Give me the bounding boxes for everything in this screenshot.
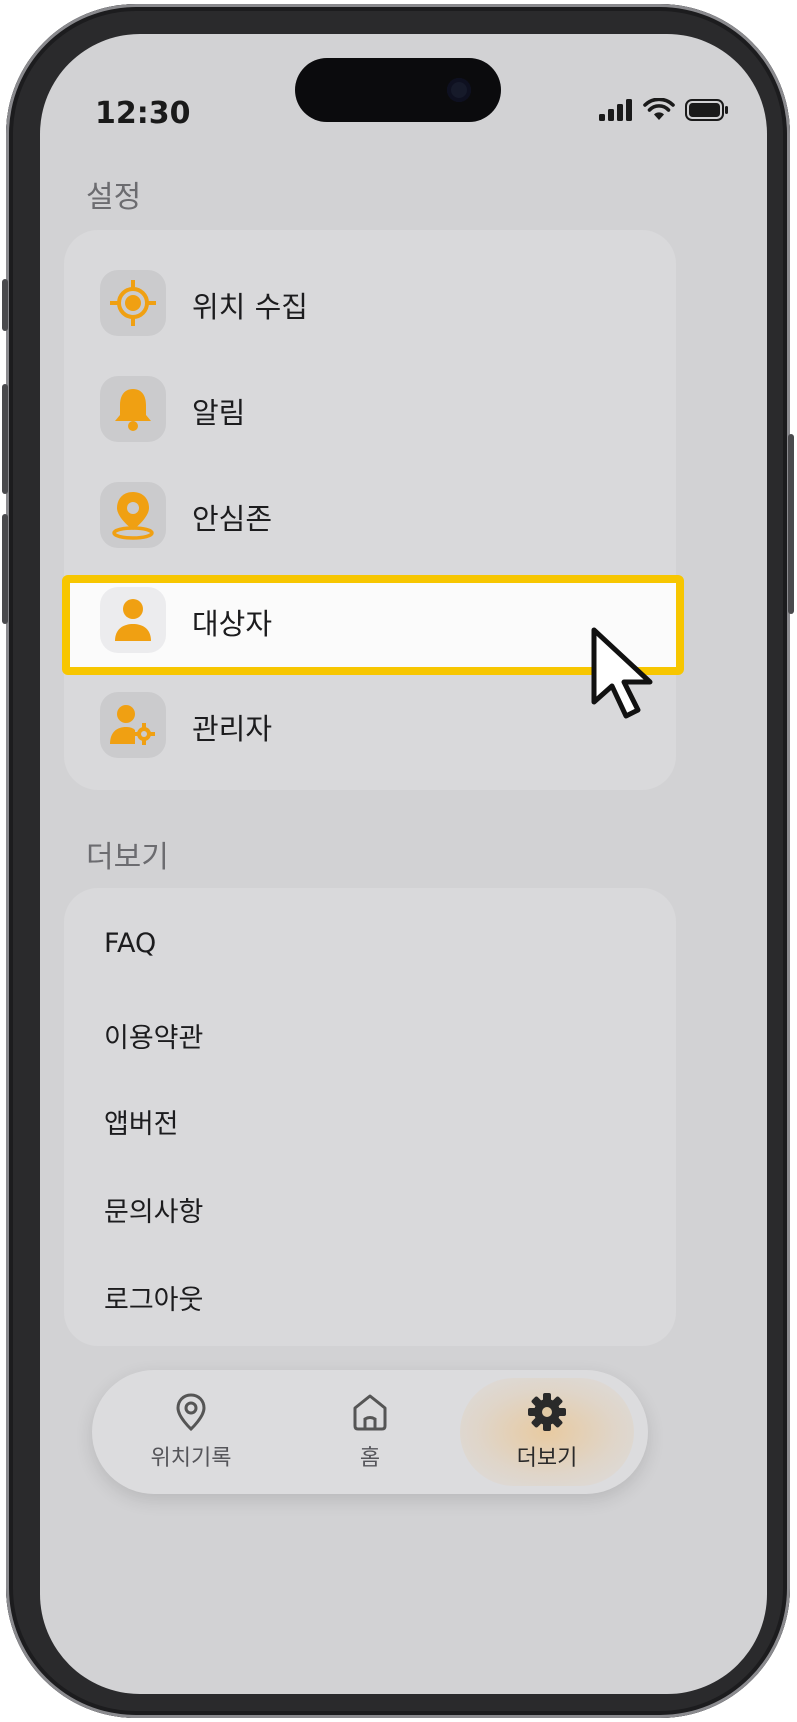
tab-location-history[interactable]: 위치기록	[106, 1370, 276, 1494]
location-pin-icon	[176, 1393, 206, 1432]
tab-label: 홈	[359, 1446, 381, 1471]
settings-item-notifications[interactable]: 알림	[64, 356, 676, 462]
side-button	[2, 279, 8, 331]
icon-container	[100, 270, 166, 336]
volume-up-button	[2, 384, 8, 494]
tab-label: 더보기	[516, 1446, 578, 1471]
settings-item-label: 위치 수집	[192, 290, 308, 324]
tab-more[interactable]: 더보기	[462, 1370, 632, 1494]
wifi-icon	[643, 98, 675, 120]
settings-item-safe-zone[interactable]: 안심존	[64, 462, 676, 568]
settings-item-label: 안심존	[192, 502, 273, 536]
icon-container	[100, 587, 166, 653]
more-item-logout[interactable]: 로그아웃	[104, 1278, 203, 1317]
signal-icon	[599, 99, 632, 121]
home-icon	[353, 1394, 387, 1431]
target-icon	[110, 280, 156, 326]
settings-item-label: 알림	[192, 396, 246, 430]
screen: 12:30 설정 위치 수집 알림 안심존 대상자 관리자 더보기 FAQ 이용…	[40, 34, 767, 1694]
power-button	[788, 434, 794, 614]
more-section-title: 더보기	[86, 840, 169, 875]
status-icons	[599, 98, 729, 122]
more-item-terms[interactable]: 이용약관	[104, 1016, 203, 1055]
gear-icon	[528, 1393, 566, 1431]
more-item-app-version[interactable]: 앱버전	[104, 1102, 179, 1141]
person-icon	[115, 599, 151, 641]
status-time: 12:30	[95, 96, 191, 131]
tab-label: 위치기록	[150, 1446, 232, 1471]
settings-section-title: 설정	[86, 180, 142, 215]
volume-down-button	[2, 514, 8, 624]
battery-icon	[685, 99, 728, 121]
more-item-faq[interactable]: FAQ	[104, 928, 156, 959]
location-pin-icon	[112, 492, 154, 540]
icon-container	[100, 482, 166, 548]
settings-item-label: 대상자	[192, 607, 273, 641]
icon-container	[100, 376, 166, 442]
dynamic-island	[295, 58, 501, 122]
icon-container	[100, 692, 166, 758]
admin-gear-icon	[110, 705, 155, 745]
settings-item-administrator[interactable]: 관리자	[64, 672, 676, 778]
phone-frame: 12:30 설정 위치 수집 알림 안심존 대상자 관리자 더보기 FAQ 이용…	[2, 4, 794, 1718]
tab-home[interactable]: 홈	[285, 1370, 455, 1494]
mouse-cursor-icon	[591, 627, 653, 719]
settings-item-target-person[interactable]: 대상자	[64, 567, 676, 673]
bottom-tab-bar: 위치기록 홈 더보기	[92, 1370, 648, 1494]
settings-item-label: 관리자	[192, 712, 273, 746]
settings-item-location-collection[interactable]: 위치 수집	[64, 250, 676, 356]
camera-icon	[447, 78, 471, 102]
more-item-inquiry[interactable]: 문의사항	[104, 1190, 203, 1229]
bell-icon	[115, 389, 151, 431]
